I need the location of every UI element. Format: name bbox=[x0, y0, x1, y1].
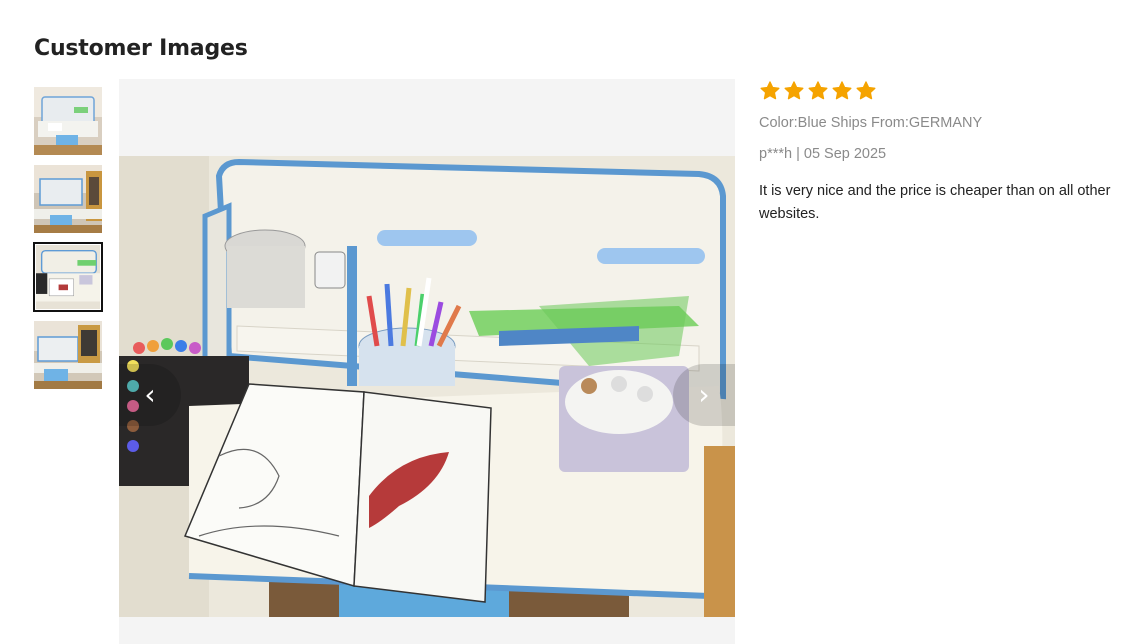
thumbnail-list bbox=[33, 87, 103, 399]
review-text: It is very nice and the price is cheaper… bbox=[759, 183, 1111, 222]
thumbnail-1[interactable] bbox=[34, 87, 102, 155]
main-image-viewer: ‹ › bbox=[119, 79, 735, 644]
next-image-button[interactable]: › bbox=[673, 364, 735, 426]
star-rating bbox=[759, 80, 1129, 102]
chevron-right-icon: › bbox=[698, 378, 710, 411]
review-details: Color:Blue Ships From:GERMANY p***h | 05… bbox=[759, 80, 1129, 226]
thumbnail-3-active[interactable] bbox=[33, 242, 103, 312]
section-title: Customer Images bbox=[34, 36, 248, 61]
previous-image-button[interactable]: ‹ bbox=[119, 364, 181, 426]
star-icon bbox=[856, 81, 876, 100]
review-author-date: p***h | 05 Sep 2025 bbox=[759, 146, 887, 162]
thumbnail-2-image bbox=[34, 165, 102, 233]
thumbnail-3-image bbox=[36, 245, 100, 309]
chevron-left-icon: ‹ bbox=[144, 378, 156, 411]
star-icon bbox=[784, 81, 804, 100]
star-icon bbox=[832, 81, 852, 100]
thumbnail-1-image bbox=[34, 87, 102, 155]
review-photo bbox=[119, 156, 735, 617]
customer-images-page: Customer Images ‹ › Color:Blue Ships Fro… bbox=[0, 0, 1141, 644]
thumbnail-4-image bbox=[34, 321, 102, 389]
thumbnail-2[interactable] bbox=[34, 165, 102, 233]
thumbnail-4[interactable] bbox=[34, 321, 102, 389]
review-variant-info: Color:Blue Ships From:GERMANY bbox=[759, 115, 983, 131]
star-icon bbox=[808, 81, 828, 100]
star-icon bbox=[760, 81, 780, 100]
